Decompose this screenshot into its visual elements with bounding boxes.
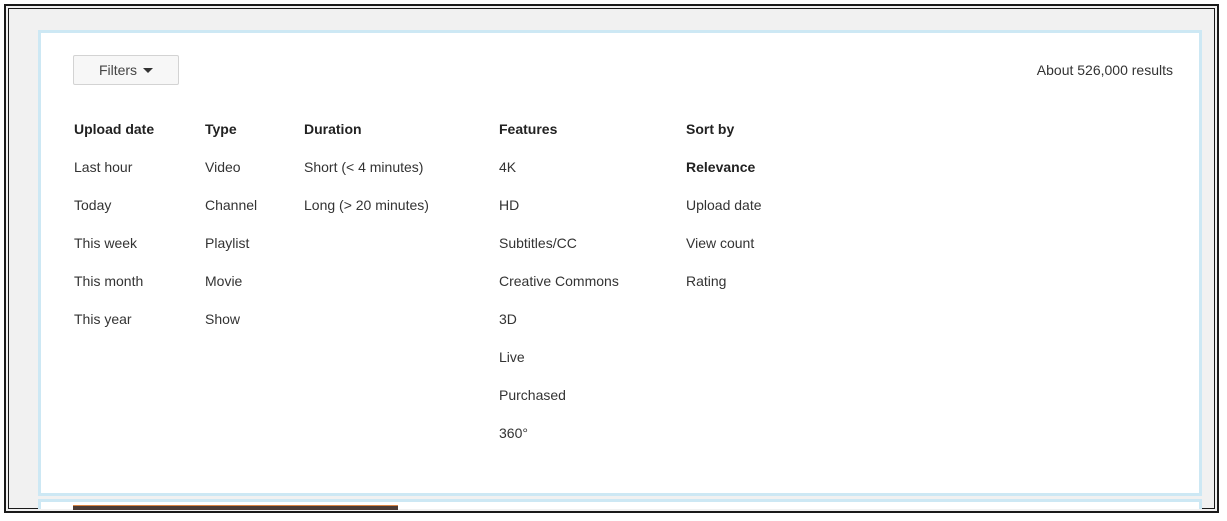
filter-group-heading: Duration	[304, 121, 362, 137]
search-filters-panel: Filters About 526,000 results Upload dat…	[38, 30, 1202, 496]
filter-option-video[interactable]: Video	[205, 157, 257, 195]
results-count: About 526,000 results	[1036, 62, 1173, 78]
filter-option-today[interactable]: Today	[74, 195, 154, 233]
filter-option-this-year[interactable]: This year	[74, 309, 154, 347]
filter-group-duration: Duration Short (< 4 minutes) Long (> 20 …	[304, 119, 429, 233]
filter-option-long[interactable]: Long (> 20 minutes)	[304, 195, 429, 233]
filter-option-movie[interactable]: Movie	[205, 271, 257, 309]
filters-button[interactable]: Filters	[73, 55, 179, 85]
filter-group-heading: Sort by	[686, 121, 735, 137]
filter-group-heading: Type	[205, 121, 237, 137]
filter-option-live[interactable]: Live	[499, 347, 619, 385]
filter-option-creative-commons[interactable]: Creative Commons	[499, 271, 619, 309]
filter-option-last-hour[interactable]: Last hour	[74, 157, 154, 195]
sort-option-rating[interactable]: Rating	[686, 271, 762, 309]
filter-group-features: Features 4K HD Subtitles/CC Creative Com…	[499, 119, 619, 461]
filter-option-this-week[interactable]: This week	[74, 233, 154, 271]
filter-group-sort-by: Sort by Relevance Upload date View count…	[686, 119, 762, 309]
sort-option-relevance[interactable]: Relevance	[686, 157, 762, 195]
caret-down-icon	[143, 68, 154, 73]
filter-option-hd[interactable]: HD	[499, 195, 619, 233]
filter-group-heading: Features	[499, 121, 558, 137]
filter-option-purchased[interactable]: Purchased	[499, 385, 619, 423]
filter-option-playlist[interactable]: Playlist	[205, 233, 257, 271]
filter-option-show[interactable]: Show	[205, 309, 257, 347]
filter-option-short[interactable]: Short (< 4 minutes)	[304, 157, 429, 195]
filter-group-heading: Upload date	[74, 121, 155, 137]
filter-group-upload-date: Upload date Last hour Today This week Th…	[74, 119, 154, 347]
sort-option-upload-date[interactable]: Upload date	[686, 195, 762, 233]
filter-group-type: Type Video Channel Playlist Movie Show	[205, 119, 257, 347]
video-thumbnail-edge[interactable]	[73, 505, 398, 510]
filter-option-subtitles[interactable]: Subtitles/CC	[499, 233, 619, 271]
next-result-card-edge	[38, 499, 1202, 510]
filter-option-4k[interactable]: 4K	[499, 157, 619, 195]
filter-option-3d[interactable]: 3D	[499, 309, 619, 347]
sort-option-view-count[interactable]: View count	[686, 233, 762, 271]
filter-option-this-month[interactable]: This month	[74, 271, 154, 309]
filter-option-360[interactable]: 360°	[499, 423, 619, 461]
filters-button-label: Filters	[98, 62, 138, 78]
filter-option-channel[interactable]: Channel	[205, 195, 257, 233]
